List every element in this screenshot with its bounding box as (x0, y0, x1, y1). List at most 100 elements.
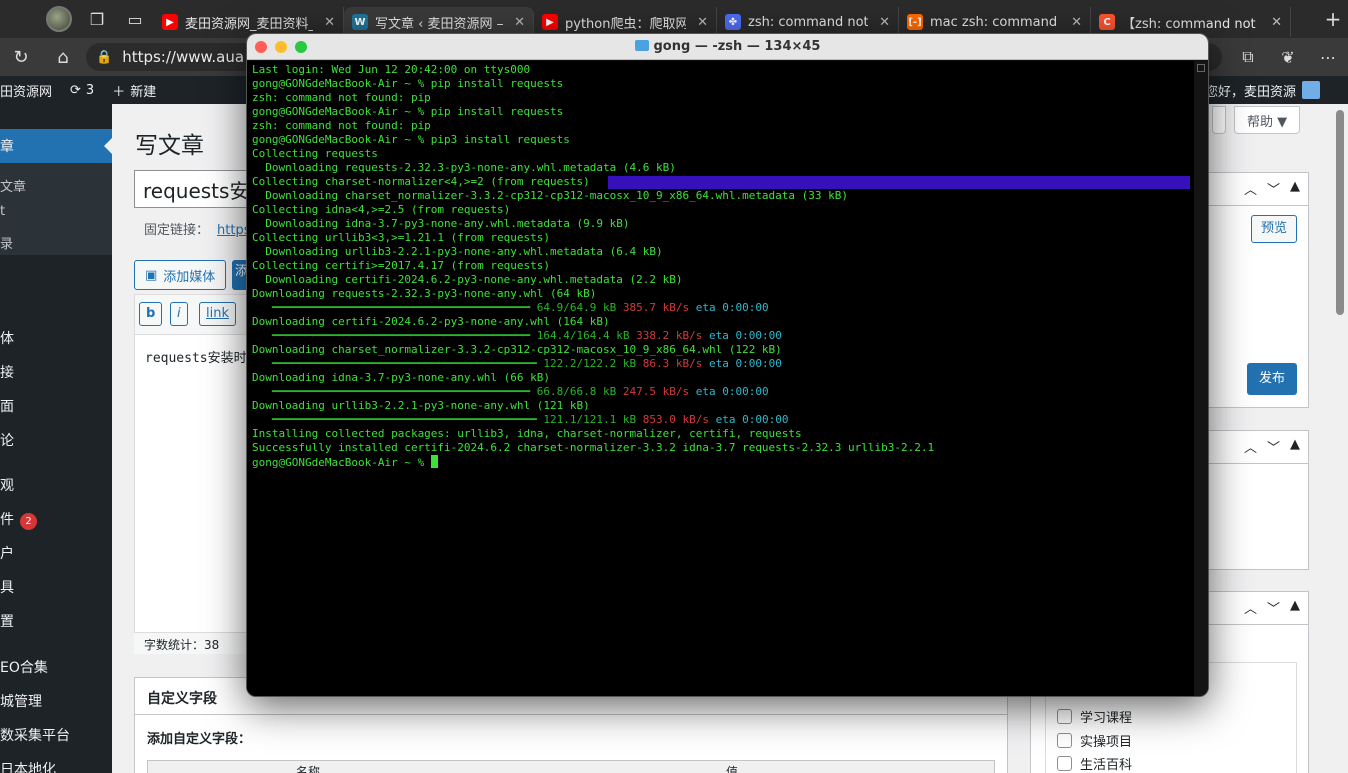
progress-eta: eta 0:00:00 (715, 413, 789, 426)
progress-eta: eta 0:00:00 (695, 301, 769, 314)
cf-col-value: 值 (726, 765, 739, 773)
add-media-button[interactable]: ▣ 添加媒体 (134, 260, 227, 290)
close-tab-icon[interactable]: ✕ (697, 15, 708, 30)
tab-actions-icon[interactable]: ▭ (116, 0, 154, 38)
sidebar-menu-item[interactable]: 具 (0, 577, 14, 597)
editor-content[interactable]: requests安装时 (145, 347, 247, 366)
terminal-line: Downloading requests-2.32.3-py3-none-any… (252, 287, 1205, 301)
sidebar-menu-item[interactable]: 户 (0, 543, 14, 563)
user-greeting[interactable]: 您好，麦田资源 (1205, 81, 1320, 100)
site-name[interactable]: 田资源网 (0, 81, 52, 100)
lock-icon: 🔒 (96, 49, 113, 65)
toggle-panel-icon[interactable]: ▲ (1290, 437, 1300, 456)
sidebar-item-label: 置 (0, 614, 14, 630)
updates-link[interactable]: ⟳ 3 (70, 83, 94, 98)
italic-button[interactable]: i (170, 302, 188, 326)
sidebar-menu-item[interactable]: 论 (0, 430, 14, 450)
sidebar-menu-item[interactable]: EO合集 (0, 657, 48, 677)
sidebar-menu-item[interactable]: 数采集平台 (0, 725, 70, 745)
custom-fields-table-header: 名称 值 (147, 760, 995, 773)
terminal-output[interactable]: Last login: Wed Jun 12 20:42:00 on ttys0… (247, 61, 1208, 696)
terminal-line-text: Downloading idna-3.7-py3-none-any.whl.me… (252, 217, 630, 230)
category-item[interactable]: 实操项目 (1057, 731, 1132, 750)
sidebar-item-label: 户 (0, 546, 14, 562)
submenu-categories[interactable]: 录 (0, 233, 13, 252)
new-tab-icon[interactable]: + (1318, 7, 1348, 31)
screen-options-button[interactable] (1212, 106, 1226, 134)
category-checkbox[interactable] (1057, 733, 1072, 748)
close-tab-icon[interactable]: ✕ (879, 15, 890, 30)
chevron-up-icon[interactable]: ︿ (1244, 437, 1257, 456)
toggle-panel-icon[interactable]: ▲ (1290, 598, 1300, 617)
chevron-down-icon[interactable]: ﹀ (1267, 179, 1280, 198)
terminal-line: gong@GONGdeMacBook-Air ~ % pip install r… (252, 77, 1205, 91)
category-checkbox[interactable] (1057, 756, 1072, 771)
terminal-line: Downloading urllib3-2.2.1-py3-none-any.w… (252, 245, 1205, 259)
media-icon: ▣ (145, 267, 158, 283)
tab-title: python爬虫：爬取网页 (565, 16, 686, 32)
category-checkbox[interactable] (1057, 709, 1072, 724)
chevron-up-icon[interactable]: ︿ (1244, 598, 1257, 617)
chevron-down-icon[interactable]: ﹀ (1267, 598, 1280, 617)
sidebar-menu-item[interactable]: 置 (0, 611, 14, 631)
avatar (1302, 81, 1320, 99)
toggle-panel-icon[interactable]: ▲ (1290, 179, 1300, 198)
terminal-line: Downloading certifi-2024.6.2-py3-none-an… (252, 273, 1205, 287)
page-scrollbar[interactable] (1332, 104, 1348, 773)
sidebar-menu-item[interactable]: 城管理 (0, 691, 42, 711)
category-item[interactable]: 学习课程 (1057, 707, 1132, 726)
sidebar-menu-item[interactable]: 体 (0, 328, 14, 348)
publish-button[interactable]: 发布 (1247, 363, 1298, 395)
paw-icon: ✤ (725, 14, 741, 30)
terminal-line-text: Downloading urllib3-2.2.1-py3-none-any.w… (252, 399, 590, 412)
copilot-icon[interactable]: ❦ (1268, 48, 1308, 67)
terminal-line: Successfully installed certifi-2024.6.2 … (252, 441, 1205, 455)
sidebar-item-label: 具 (0, 580, 14, 596)
progress-line: ━━━━━━━━━━━━━━━━━━━━━━━━━━━━━━━━━━━━━━━━… (252, 413, 1205, 427)
terminal-window[interactable]: gong — -zsh — 134×45 Last login: Wed Jun… (246, 33, 1209, 697)
sidebar-menu-item[interactable]: 日本地化 (0, 759, 56, 773)
chevron-up-icon[interactable]: ︿ (1244, 179, 1257, 198)
sidebar-menu-item[interactable]: 观 (0, 475, 14, 495)
help-button[interactable]: 帮助 ▼ (1234, 106, 1301, 134)
sidebar-item-label: 接 (0, 365, 14, 381)
terminal-titlebar[interactable]: gong — -zsh — 134×45 (247, 34, 1208, 60)
terminal-line-text: Collecting charset-normalizer<4,>=2 (fro… (252, 175, 590, 188)
home-icon[interactable]: ⌂ (42, 38, 84, 76)
terminal-line-text: Downloading urllib3-2.2.1-py3-none-any.w… (252, 245, 663, 258)
collections-icon[interactable]: ⧉ (1228, 47, 1268, 67)
c-icon: C (1099, 14, 1115, 30)
preview-button[interactable]: 预览 (1251, 215, 1298, 243)
terminal-line-text: Downloading charset_normalizer-3.3.2-cp3… (252, 343, 782, 356)
category-item[interactable]: 生活百科 (1057, 754, 1132, 773)
chevron-down-icon[interactable]: ﹀ (1267, 437, 1280, 456)
terminal-scrollbar[interactable] (1194, 61, 1208, 696)
submenu-write[interactable]: t (0, 204, 5, 219)
progress-line: ━━━━━━━━━━━━━━━━━━━━━━━━━━━━━━━━━━━━━━━ … (252, 329, 1205, 343)
terminal-line-text: gong@GONGdeMacBook-Air ~ % pip install r… (252, 77, 564, 90)
terminal-line: Downloading certifi-2024.6.2-py3-none-an… (252, 315, 1205, 329)
sidebar-item-label: 论 (0, 433, 14, 449)
bold-button[interactable]: b (139, 302, 163, 326)
sidebar-menu-item[interactable]: 接 (0, 362, 14, 382)
terminal-line-text: zsh: command not found: pip (252, 91, 431, 104)
terminal-line: Installing collected packages: urllib3, … (252, 427, 1205, 441)
sidebar-menu-item[interactable]: 面 (0, 396, 14, 416)
close-tab-icon[interactable]: ✕ (1071, 15, 1082, 30)
sidebar-menu-item[interactable]: 件2 (0, 509, 37, 530)
progress-size: 64.9/64.9 kB (536, 301, 617, 314)
close-tab-icon[interactable]: ✕ (1271, 15, 1282, 30)
text-selection-highlight (608, 176, 1190, 189)
refresh-icon[interactable]: ↻ (0, 38, 42, 76)
more-icon[interactable]: ⋯ (1308, 48, 1348, 67)
sidebar-item-posts[interactable]: 章 (0, 129, 112, 163)
profile-avatar-icon[interactable] (46, 6, 72, 32)
terminal-line: Collecting requests (252, 147, 1205, 161)
workspaces-icon[interactable]: ❒ (78, 0, 116, 38)
new-content-link[interactable]: ＋ 新建 (112, 81, 156, 100)
progress-speed: 853.0 kB/s (642, 413, 709, 426)
submenu-all-posts[interactable]: 文章 (0, 176, 26, 195)
close-tab-icon[interactable]: ✕ (324, 15, 335, 30)
link-button[interactable]: link (199, 302, 236, 326)
close-tab-icon[interactable]: ✕ (514, 15, 525, 30)
